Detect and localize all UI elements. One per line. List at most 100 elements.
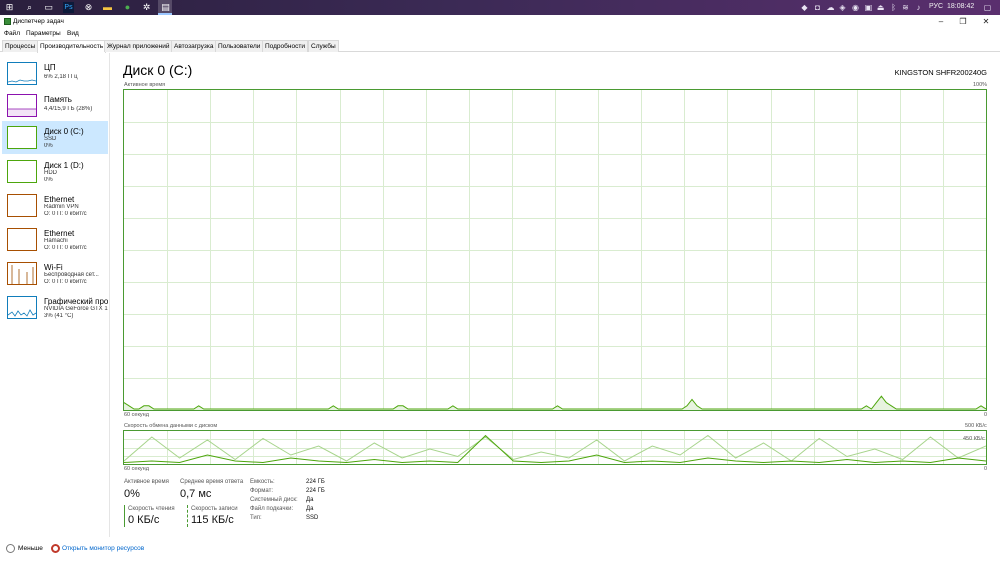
- read-speed-stat-label: Скорость чтения: [128, 506, 175, 512]
- clock[interactable]: 18:08:42: [947, 3, 974, 10]
- sidebar-item-usage: 0%: [44, 177, 53, 183]
- sidebar-item-label: Wi-Fi: [44, 263, 63, 272]
- tab-services[interactable]: Службы: [308, 40, 339, 52]
- sidebar-item-detail: Radmin VPN: [44, 204, 79, 210]
- resource-monitor-icon: [51, 544, 60, 553]
- photoshop-icon[interactable]: Ps: [63, 2, 74, 13]
- sidebar-item-ethernet-hamachi[interactable]: Ethernet Hamachi О: 0 П: 0 кбит/с: [2, 223, 108, 256]
- menu-bar: Файл Параметры Вид: [0, 28, 1000, 39]
- windows-start-icon[interactable]: ⊞: [4, 2, 15, 13]
- memory-thumbnail-graph: [7, 94, 37, 117]
- write-speed-stat-value: 115 КБ/с: [191, 514, 234, 526]
- sidebar-item-label: Ethernet: [44, 195, 75, 204]
- bluetooth-tray-icon[interactable]: ᛒ: [889, 3, 898, 12]
- sidebar-item-usage: 3% (41 °C): [44, 313, 74, 319]
- taskmanager-icon: ▤: [161, 2, 170, 12]
- transfer-rate-graph-canvas: [124, 431, 986, 464]
- tab-performance[interactable]: Производительность: [37, 40, 107, 53]
- disk-model: KINGSTON SHFR200240G: [894, 68, 987, 77]
- active-time-min-label: 0: [984, 412, 988, 418]
- sidebar-item-ethernet-radmin[interactable]: Ethernet Radmin VPN О: 0 П: 0 кбит/с: [2, 189, 108, 222]
- sidebar-item-label: Диск 1 (D:): [44, 161, 84, 170]
- write-speed-stat-label: Скорость записи: [191, 506, 238, 512]
- shield-tray-icon[interactable]: ◈: [838, 3, 847, 12]
- fewer-details-link[interactable]: Меньше: [18, 545, 43, 552]
- taskmanager-app-icon: [4, 18, 11, 25]
- sidebar-item-cpu[interactable]: ЦП 6% 2,18 ГГц: [2, 57, 108, 90]
- page-title: Диск 0 (C:): [123, 62, 193, 78]
- page-file-value: Да: [306, 506, 314, 512]
- read-speed-indicator: [124, 505, 125, 527]
- sidebar-item-memory[interactable]: Память 4,4/15,9 ГБ (28%): [2, 89, 108, 122]
- sidebar-item-wifi[interactable]: Wi-Fi Беспроводная сет... О: 0 П: 0 кбит…: [2, 257, 108, 290]
- wifi-tray-icon[interactable]: ≋: [901, 3, 910, 12]
- capacity-value: 224 ГБ: [306, 479, 325, 485]
- notification-icon[interactable]: ▢: [983, 3, 992, 12]
- write-speed-indicator: [187, 505, 188, 527]
- resource-sidebar: ЦП 6% 2,18 ГГц Память 4,4/15,9 ГБ (28%) …: [0, 53, 110, 537]
- search-icon[interactable]: ⌕: [24, 2, 35, 13]
- open-resource-monitor-link[interactable]: Открыть монитор ресурсов: [62, 545, 144, 552]
- volume-tray-icon[interactable]: ♪: [914, 3, 923, 12]
- chrome-icon[interactable]: ●: [122, 2, 133, 13]
- avg-response-stat-value: 0,7 мс: [180, 488, 212, 500]
- minimize-button[interactable]: –: [932, 16, 950, 27]
- usb-tray-icon[interactable]: ⏏: [876, 3, 885, 12]
- disk1-thumbnail-graph: [7, 160, 37, 183]
- active-time-duration-label: 60 секунд: [124, 412, 149, 418]
- sidebar-item-disk1[interactable]: Диск 1 (D:) HDD 0%: [2, 155, 108, 188]
- sidebar-item-label: Ethernet: [44, 229, 75, 238]
- sidebar-item-usage: О: 0 П: 0 кбит/с: [44, 245, 87, 251]
- sidebar-item-detail: Беспроводная сет...: [44, 272, 99, 278]
- type-value: SSD: [306, 515, 319, 521]
- gpu-thumbnail-graph: [7, 296, 37, 319]
- menu-file[interactable]: Файл: [4, 30, 20, 37]
- window-title: Диспетчер задач: [13, 18, 64, 25]
- transfer-rate-graph: [123, 430, 987, 465]
- active-time-graph-label: Активное время: [124, 82, 166, 88]
- type-label: Тип:: [250, 515, 262, 521]
- format-label: Формат:: [250, 488, 273, 494]
- collapse-icon[interactable]: [6, 544, 15, 553]
- cpu-thumbnail-graph: [7, 62, 37, 85]
- transfer-max-label: 500 КБ/с: [965, 423, 987, 429]
- settings-icon[interactable]: ✲: [141, 2, 152, 13]
- active-time-graph-canvas: [124, 90, 986, 410]
- tab-app-history[interactable]: Журнал приложений: [104, 40, 173, 52]
- restore-button[interactable]: ❐: [954, 16, 972, 27]
- sidebar-item-label: Диск 0 (C:): [44, 127, 84, 136]
- sidebar-item-label: Графический про: [44, 297, 108, 306]
- xbox-icon[interactable]: ⊗: [83, 2, 94, 13]
- sidebar-item-detail: HDD: [44, 170, 57, 176]
- active-time-stat-label: Активное время: [124, 479, 169, 485]
- sidebar-item-label: ЦП: [44, 63, 56, 72]
- close-button[interactable]: ✕: [977, 16, 995, 27]
- menu-view[interactable]: Вид: [67, 30, 79, 37]
- tab-processes[interactable]: Процессы: [2, 40, 39, 52]
- monitor-tray-icon[interactable]: ▣: [864, 3, 873, 12]
- app-tray-icon[interactable]: ◘: [813, 3, 822, 12]
- tab-users[interactable]: Пользователи: [215, 40, 264, 52]
- cloud-tray-icon[interactable]: ☁: [826, 3, 835, 12]
- active-time-stat-value: 0%: [124, 488, 140, 500]
- sidebar-item-gpu[interactable]: Графический про NVIDIA GeForce GTX 16 3%…: [2, 291, 108, 324]
- sidebar-item-detail: 4,4/15,9 ГБ (28%): [44, 106, 93, 112]
- nvidia-tray-icon[interactable]: ◆: [800, 3, 809, 12]
- page-file-label: Файл подкачки:: [250, 506, 294, 512]
- folder-icon[interactable]: ▬: [102, 2, 113, 13]
- menu-options[interactable]: Параметры: [26, 30, 61, 37]
- tab-startup[interactable]: Автозагрузка: [171, 40, 217, 52]
- sidebar-item-usage: О: 0 П: 0 кбит/с: [44, 279, 87, 285]
- sidebar-item-detail: Hamachi: [44, 238, 68, 244]
- sidebar-item-detail: SSD: [44, 136, 57, 142]
- sidebar-item-disk0[interactable]: Диск 0 (C:) SSD 0%: [2, 121, 108, 154]
- transfer-mid-label: 450 КБ/с: [963, 436, 985, 442]
- language-indicator[interactable]: РУС: [929, 3, 943, 10]
- tab-details[interactable]: Подробности: [262, 40, 308, 52]
- steam-tray-icon[interactable]: ◉: [851, 3, 860, 12]
- wifi-thumbnail-graph: [7, 262, 37, 285]
- transfer-graph-label: Скорость обмена данными с диском: [124, 423, 218, 429]
- system-disk-label: Системный диск:: [250, 497, 298, 503]
- task-view-icon[interactable]: ▭: [43, 2, 54, 13]
- footer: Меньше Открыть монитор ресурсов: [0, 542, 1000, 558]
